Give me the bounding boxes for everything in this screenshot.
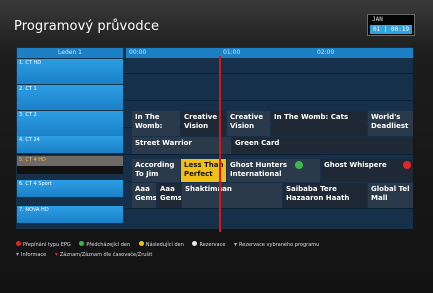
event-in-the-womb-cats[interactable]: In The Womb: Cats [271, 111, 367, 136]
record-timer-button-icon: ▾ [54, 251, 58, 258]
event-aaa-gems-2[interactable]: Aaa Gems [157, 183, 181, 208]
channel-item-5-subrow [17, 166, 123, 174]
legend-epg-type: Přepínání typu EPG [16, 241, 71, 248]
legend-reserve-selected: ▾ Rezervace vybraného programu [234, 241, 320, 248]
event-ghost-hunters[interactable]: Ghost Hunters International [227, 159, 320, 182]
clock-time: 01 | 00:19 [370, 25, 412, 34]
event-aaa-gems-1[interactable]: Aaa Gems [132, 183, 156, 208]
clock-display: JAN 01 | 00:19 [367, 14, 415, 36]
legend-line-1: Přepínání typu EPG Předcházející den Nás… [16, 241, 326, 251]
green-status-icon [295, 161, 303, 169]
timeline-slot-0000: 00:00 [126, 48, 220, 58]
white-button-icon [192, 241, 198, 246]
epg-screen: Programový průvodce JAN 01 | 00:19 Leden… [0, 0, 433, 293]
event-global-tel-mall[interactable]: Global Tel Mall [368, 183, 413, 208]
timeline-slot-0200: 02:00 [314, 48, 413, 58]
red-button-icon [16, 241, 21, 246]
event-shaktimaan[interactable]: Shaktimaan [182, 183, 282, 208]
legend-record-timer: ▾ Záznam/Záznam dle časovače/Zrušit [54, 251, 153, 258]
legend-next-day: Následující den [138, 241, 184, 248]
event-street-warrior[interactable]: Street Warrior [132, 137, 231, 154]
channel-item-4[interactable]: 4. CT 24 [17, 136, 123, 153]
page-title: Programový průvodce [14, 19, 160, 34]
event-ghost-whisperer[interactable]: Ghost Whispere [321, 159, 413, 182]
clock-date: JAN [372, 16, 383, 23]
event-ghost-whisperer-title: Ghost Whispere [324, 161, 387, 169]
record-button-icon: ▾ [234, 241, 238, 248]
event-saibaba[interactable]: Saibaba Tere Hazaaron Haath [283, 183, 367, 208]
legend-info: ▾ Informace [16, 251, 47, 258]
channel-item-2[interactable]: 2. CT 1 [17, 85, 123, 110]
legend-line-2: ▾ Informace ▾ Záznam/Záznam dle časovače/Z… [16, 251, 326, 261]
info-button-icon: ▾ [16, 251, 20, 258]
green-button-icon [79, 241, 85, 246]
channel-item-6[interactable]: 6. CT 4 Sport [17, 180, 123, 197]
event-according-to-jim[interactable]: According To Jim [132, 159, 180, 182]
event-in-the-womb[interactable]: In The Womb: [132, 111, 180, 136]
timeline-day: Leden 1 [17, 48, 123, 58]
event-ghost-hunters-title: Ghost Hunters International [230, 161, 288, 178]
current-time-line [219, 56, 221, 232]
red-record-icon [403, 161, 411, 169]
channel-item-5-selected[interactable]: 5. CT 4 HD [17, 156, 123, 166]
event-creative-vision-2[interactable]: Creative Vision [227, 111, 270, 136]
channel-item-3[interactable]: 3. CT 2 [17, 111, 123, 136]
legend-previous-day: Předcházející den [79, 241, 130, 248]
event-green-card[interactable]: Green Card [232, 137, 413, 154]
event-worlds-deadliest[interactable]: World's Deadliest [368, 111, 413, 136]
yellow-button-icon [138, 241, 144, 246]
channel-item-7[interactable]: 7. NOVA HD [17, 206, 123, 223]
channel-item-1[interactable]: 1. CT HD [17, 59, 123, 84]
button-legend: Přepínání typu EPG Předcházející den Nás… [16, 241, 326, 261]
legend-reservation: Rezervace [192, 241, 225, 248]
timeline-slot-0100: 01:00 [220, 48, 314, 58]
